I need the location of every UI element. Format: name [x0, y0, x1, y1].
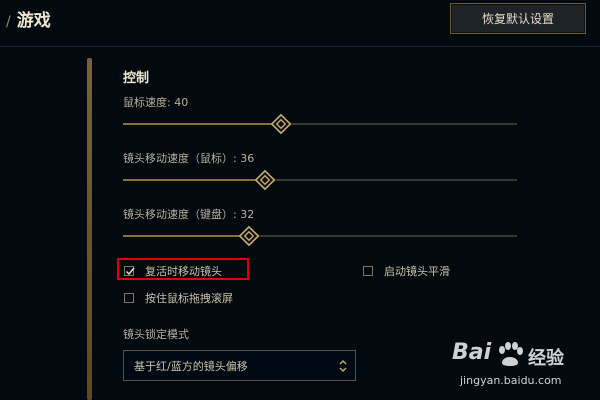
mouse-speed-slider[interactable] — [123, 113, 517, 135]
slider-thumb-diamond-icon[interactable] — [271, 114, 291, 134]
camera-lock-mode-label: 镜头锁定模式 — [123, 328, 189, 341]
header: / 游戏 恢复默认设置 — [0, 0, 600, 47]
chevron-updown-icon — [339, 360, 347, 372]
watermark-url: jingyan.baidu.com — [460, 374, 562, 387]
paw-icon — [499, 342, 523, 366]
select-value: 基于红/蓝方的镜头偏移 — [134, 359, 248, 373]
baidu-jingyan-watermark: Bai 经验 jingyan.baidu.com — [448, 338, 598, 396]
slider-fill — [123, 235, 249, 237]
page-title: 游戏 — [16, 11, 51, 31]
camera-lock-mode-select[interactable]: 基于红/蓝方的镜头偏移 — [123, 350, 356, 381]
watermark-brand: Bai — [452, 340, 492, 365]
breadcrumb: / 游戏 — [6, 6, 51, 31]
camera-speed-mouse-label: 镜头移动速度（鼠标）: 36 — [123, 152, 255, 165]
camera-speed-keyboard-label: 镜头移动速度（键盘）: 32 — [123, 208, 255, 221]
camera-speed-mouse-slider[interactable] — [123, 169, 517, 191]
camera-speed-keyboard-slider[interactable] — [123, 225, 517, 247]
mouse-speed-label: 鼠标速度: 40 — [123, 96, 189, 109]
slider-fill — [123, 179, 265, 181]
checkbox-label: 按住鼠标拖拽滚屏 — [145, 292, 233, 305]
watermark-brand-cn: 经验 — [528, 348, 564, 369]
slider-thumb-diamond-icon[interactable] — [255, 170, 275, 190]
highlight-annotation-box — [117, 258, 249, 280]
checkbox-box[interactable] — [363, 266, 373, 276]
section-accent-bar — [87, 58, 92, 400]
checkbox-box[interactable] — [124, 293, 134, 303]
checkbox-drag-scroll[interactable]: 按住鼠标拖拽滚屏 — [124, 290, 233, 306]
checkbox-camera-smoothing[interactable]: 启动镜头平滑 — [363, 263, 450, 279]
breadcrumb-separator: / — [6, 14, 11, 30]
restore-defaults-button[interactable]: 恢复默认设置 — [450, 3, 586, 34]
section-title-controls: 控制 — [123, 71, 150, 86]
checkbox-label: 启动镜头平滑 — [384, 265, 450, 278]
slider-thumb-diamond-icon[interactable] — [239, 226, 259, 246]
slider-fill — [123, 123, 281, 125]
